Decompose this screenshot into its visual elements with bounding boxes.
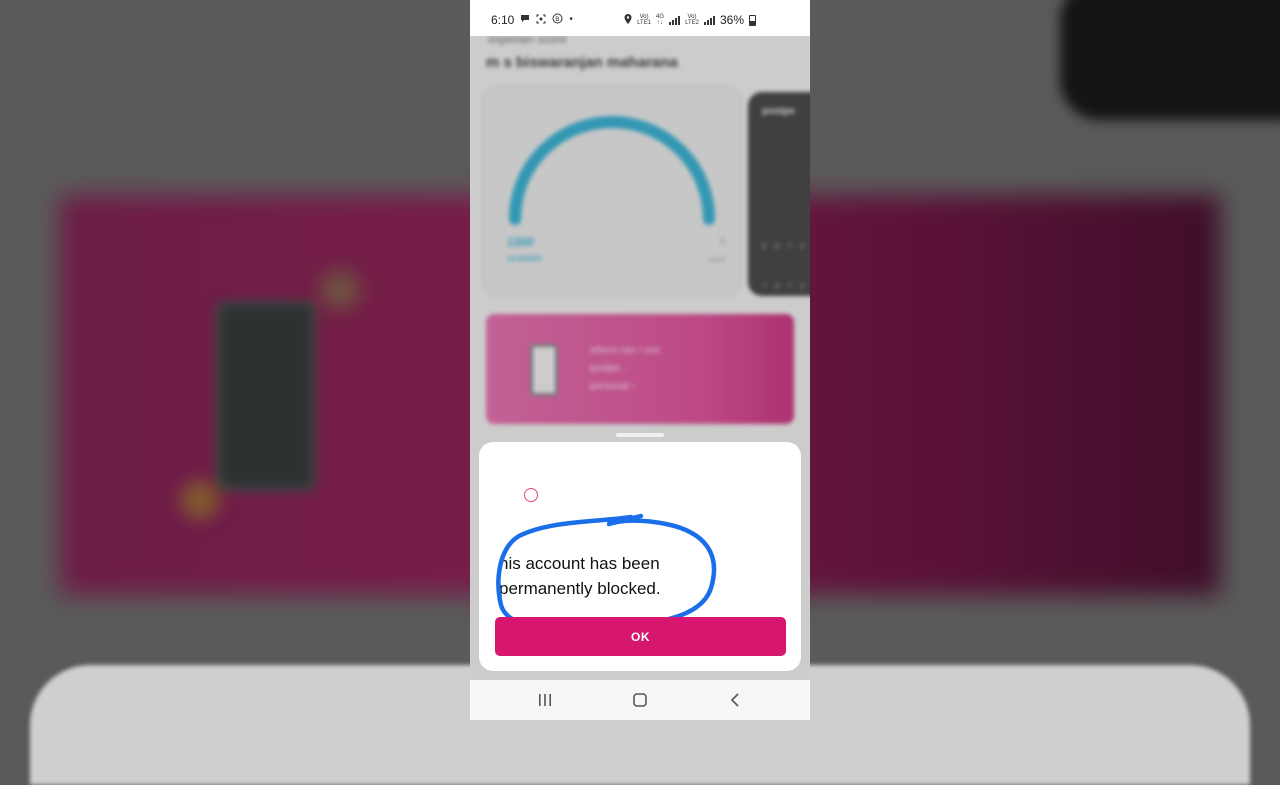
background-phone-illustration — [215, 300, 317, 492]
ok-button[interactable]: OK — [495, 617, 786, 656]
phone-screen: experian score m s biswaranjan maharana … — [470, 0, 810, 720]
data-saver-icon: B — [552, 13, 563, 27]
battery-percent: 36% — [719, 13, 744, 27]
svg-text:B: B — [556, 16, 560, 23]
dialog-message-line: his account has been — [499, 554, 660, 573]
navigation-bar — [470, 680, 810, 720]
4g-tag: 4G ↑↓ — [656, 14, 665, 26]
background-leaf — [320, 270, 360, 310]
status-left: 6:10 B • — [491, 13, 573, 27]
background-dark-shape — [1060, 0, 1280, 120]
status-right: Vo) LTE1 4G ↑↓ Vo) LTE2 36% — [624, 13, 756, 27]
background-coin — [180, 480, 220, 520]
alert-circle-icon — [524, 488, 538, 502]
signal-icon — [703, 15, 715, 25]
volte-tag: Vo) LTE2 — [685, 14, 699, 26]
signal-icon — [669, 15, 681, 25]
volte-tag: Vo) LTE1 — [637, 14, 652, 26]
dialog-message: his account has been permanently blocked… — [499, 551, 719, 601]
recents-icon[interactable] — [530, 690, 560, 710]
dot-icon: • — [569, 14, 573, 25]
blocked-account-dialog: his account has been permanently blocked… — [479, 442, 801, 671]
location-icon — [624, 13, 632, 27]
message-icon — [520, 14, 530, 26]
battery-icon — [749, 14, 756, 26]
sheet-drag-handle[interactable] — [616, 433, 664, 437]
home-icon[interactable] — [625, 690, 655, 710]
dialog-message-line: permanently blocked. — [499, 579, 661, 598]
back-icon[interactable] — [720, 690, 750, 710]
clock: 6:10 — [491, 13, 515, 27]
status-bar: 6:10 B • Vo) LTE1 4G ↑↓ Vo) LTE2 36% — [470, 0, 810, 36]
screenshot-icon — [536, 14, 546, 27]
